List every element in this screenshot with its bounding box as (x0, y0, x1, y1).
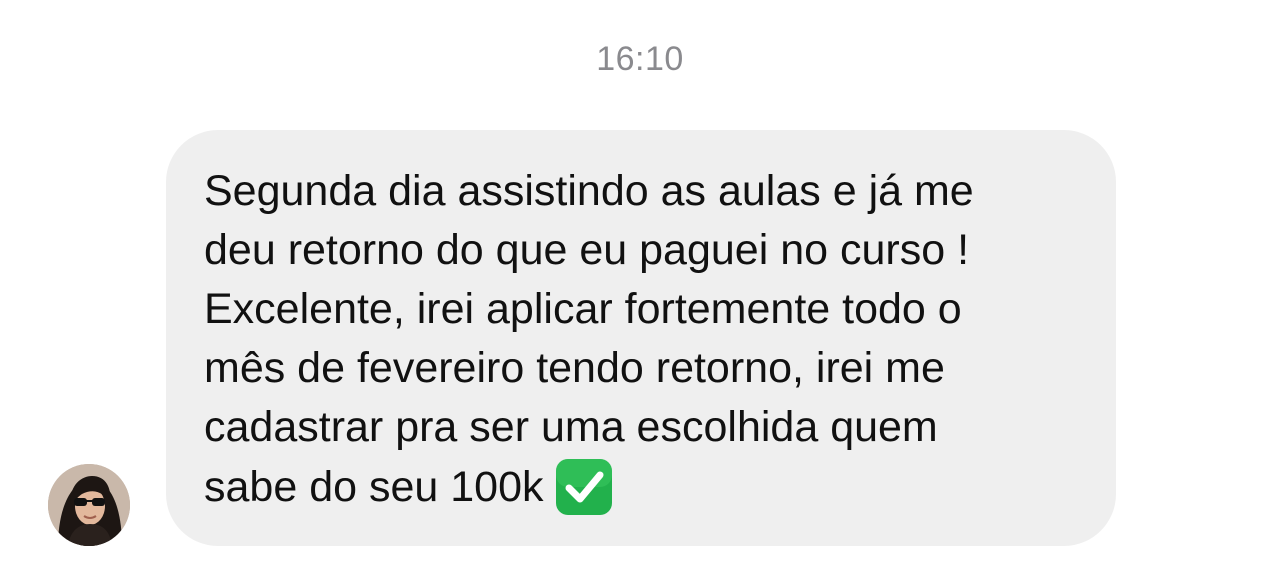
chat-screen: 16:10 Segunda dia assistindo as aulas e … (0, 0, 1280, 563)
check-mark-button-icon (555, 459, 612, 515)
avatar-photo-icon (48, 464, 130, 546)
message-bubble[interactable]: Segunda dia assistindo as aulas e já me … (166, 130, 1116, 546)
message-text: Segunda dia assistindo as aulas e já me … (204, 162, 1094, 517)
received-message-row: Segunda dia assistindo as aulas e já me … (0, 0, 1280, 563)
avatar[interactable] (48, 464, 130, 546)
